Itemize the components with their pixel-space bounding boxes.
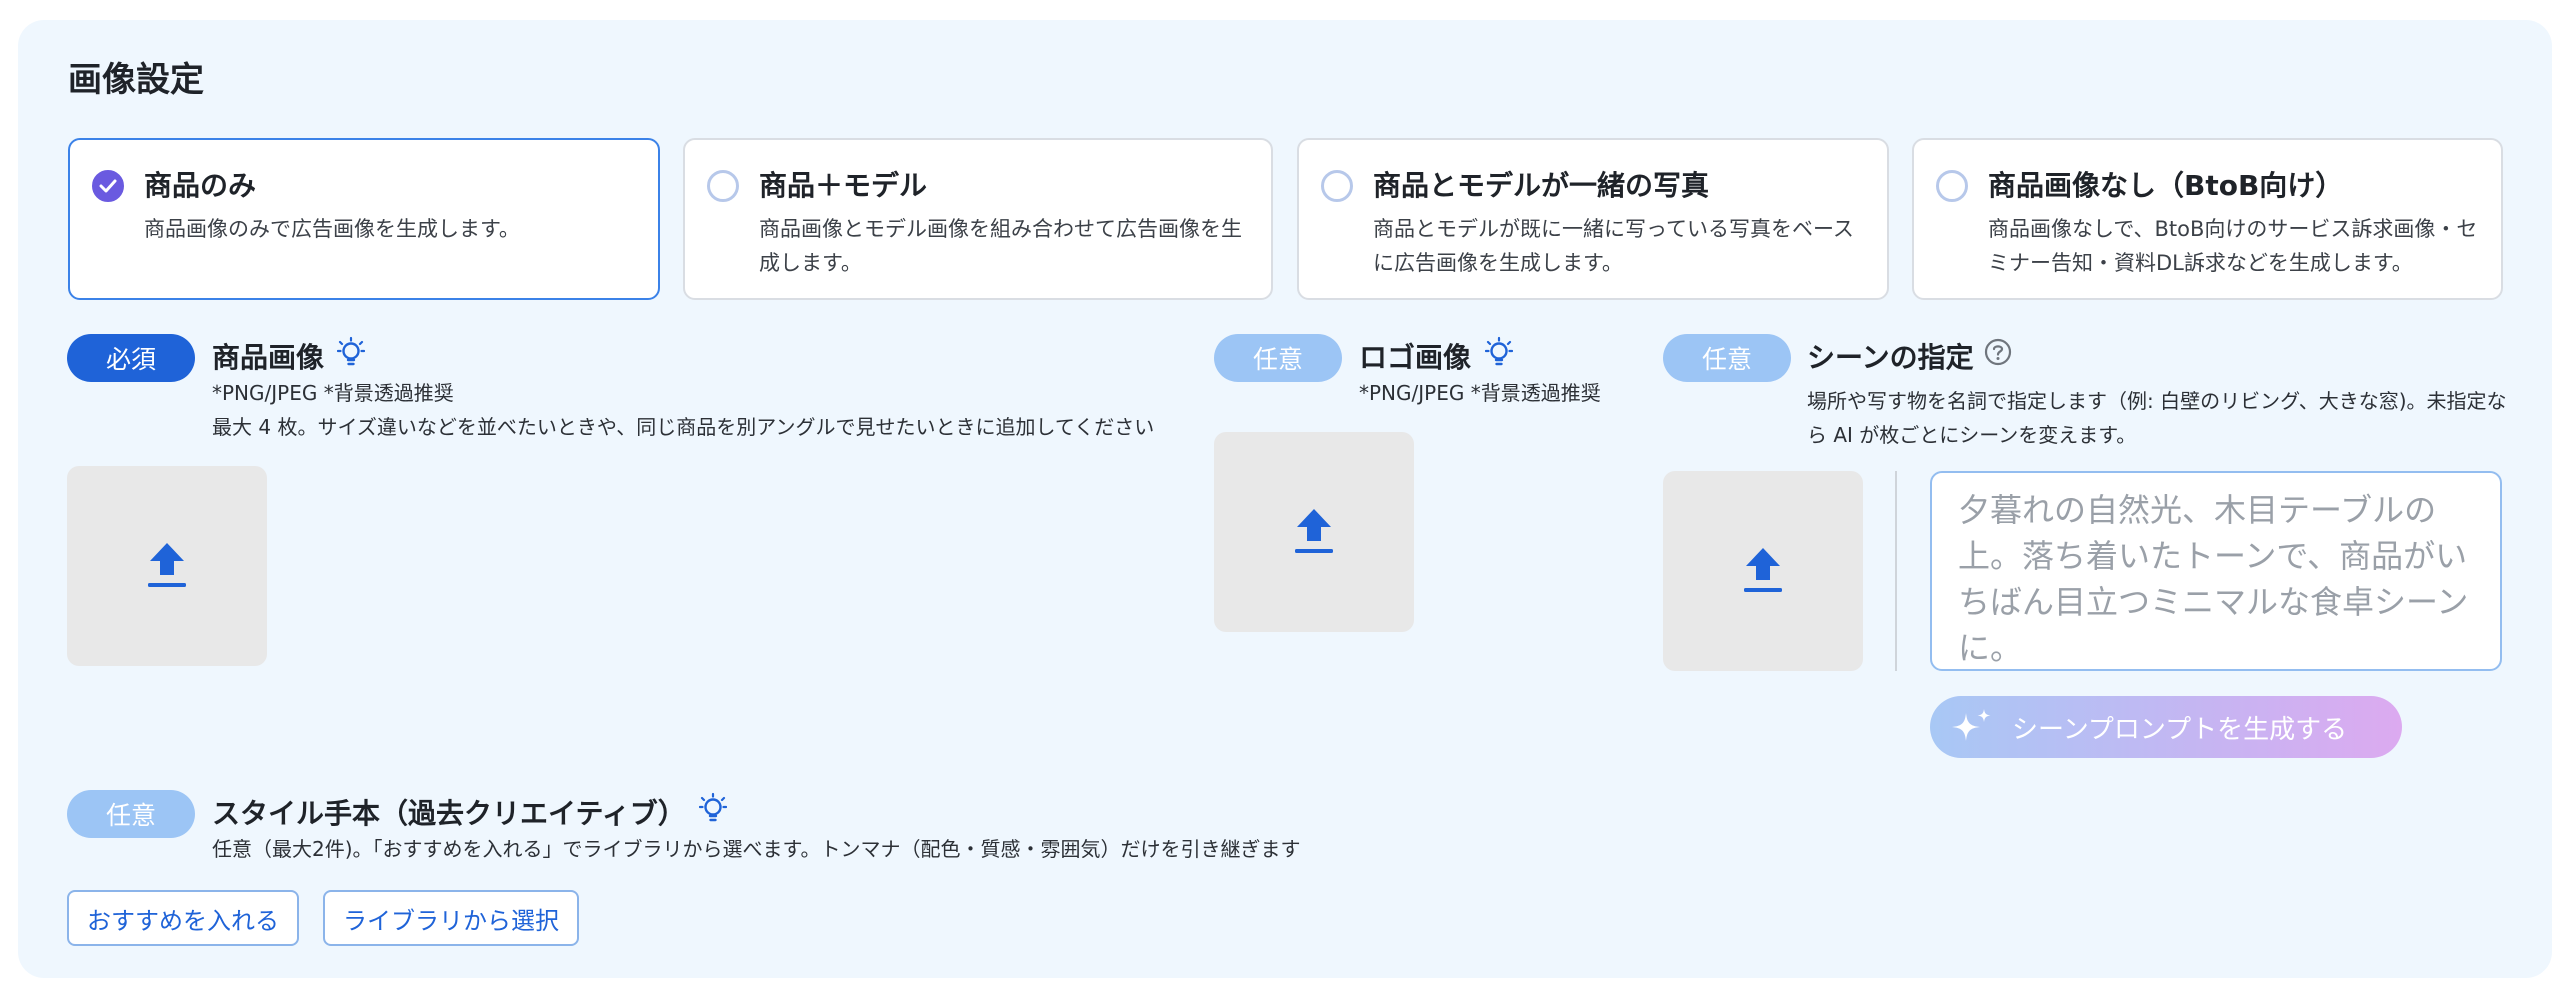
scene-image-upload[interactable]	[1663, 471, 1863, 671]
scene-divider	[1895, 471, 1897, 671]
scene-note: 場所や写す物を名詞で指定します（例: 白壁のリビング、大きな窓)。未指定なら A…	[1807, 389, 2507, 447]
option-desc: 商品とモデルが既に一緒に写っている写真をベースに広告画像を生成します。	[1373, 217, 1854, 275]
logo-image-format: *PNG/JPEG *背景透過推奨	[1359, 381, 1601, 405]
style-reference-title: スタイル手本（過去クリエイティブ）	[212, 797, 686, 830]
product-image-format: *PNG/JPEG *背景透過推奨	[212, 381, 454, 405]
option-title: 商品のみ	[144, 169, 257, 202]
page-title: 画像設定	[68, 60, 204, 100]
optional-badge: 任意	[67, 790, 195, 838]
generate-scene-prompt-button[interactable]: シーンプロンプトを生成する	[1930, 696, 2402, 758]
scene-prompt-textarea[interactable]: 夕暮れの自然光、木目テーブルの上。落ち着いたトーンで、商品がいちばん目立つミニマ…	[1930, 471, 2502, 671]
logo-image-upload[interactable]	[1214, 432, 1414, 632]
generate-scene-prompt-label: シーンプロンプトを生成する	[2012, 714, 2348, 745]
option-card-product-with-model-photo[interactable]: 商品とモデルが一緒の写真 商品とモデルが既に一緒に写っている写真をベースに広告画…	[1297, 138, 1889, 300]
product-image-upload[interactable]	[67, 466, 267, 666]
upload-icon	[1295, 509, 1333, 553]
product-image-note: 最大 4 枚。サイズ違いなどを並べたいときや、同じ商品を別アングルで見せたいとき…	[212, 415, 1155, 439]
lightbulb-icon[interactable]	[1484, 336, 1514, 374]
option-desc: 商品画像なしで、BtoB向けのサービス訴求画像・セミナー告知・資料DL訴求などを…	[1988, 217, 2478, 275]
logo-image-title: ロゴ画像	[1359, 341, 1472, 374]
upload-icon	[1744, 548, 1782, 592]
required-badge: 必須	[67, 334, 195, 382]
lightbulb-icon[interactable]	[698, 792, 728, 830]
option-card-product-only[interactable]: 商品のみ 商品画像のみで広告画像を生成します。	[68, 138, 660, 300]
scene-title: シーンの指定	[1807, 341, 1974, 374]
radio-checked-icon	[92, 170, 124, 202]
product-image-title: 商品画像	[212, 341, 325, 374]
question-circle-icon[interactable]	[1984, 338, 2012, 370]
option-card-no-product-btob[interactable]: 商品画像なし（BtoB向け） 商品画像なしで、BtoB向けのサービス訴求画像・セ…	[1912, 138, 2503, 300]
lightbulb-icon[interactable]	[336, 336, 366, 374]
optional-badge: 任意	[1663, 334, 1791, 382]
recommend-button[interactable]: おすすめを入れる	[67, 890, 299, 946]
optional-badge: 任意	[1214, 334, 1342, 382]
option-title: 商品画像なし（BtoB向け）	[1988, 169, 2344, 202]
option-title: 商品＋モデル	[759, 169, 928, 202]
option-desc: 商品画像のみで広告画像を生成します。	[144, 217, 520, 241]
option-desc: 商品画像とモデル画像を組み合わせて広告画像を生成します。	[759, 217, 1242, 275]
radio-unchecked-icon	[1321, 170, 1353, 202]
radio-unchecked-icon	[1936, 170, 1968, 202]
sparkle-icon	[1952, 709, 1991, 741]
radio-unchecked-icon	[707, 170, 739, 202]
select-from-library-button[interactable]: ライブラリから選択	[323, 890, 579, 946]
option-title: 商品とモデルが一緒の写真	[1373, 169, 1710, 202]
upload-icon	[148, 543, 186, 587]
option-card-product-model[interactable]: 商品＋モデル 商品画像とモデル画像を組み合わせて広告画像を生成します。	[683, 138, 1273, 300]
style-reference-note: 任意（最大2件)。「おすすめを入れる」でライブラリから選べます。トンマナ（配色・…	[212, 837, 1301, 861]
